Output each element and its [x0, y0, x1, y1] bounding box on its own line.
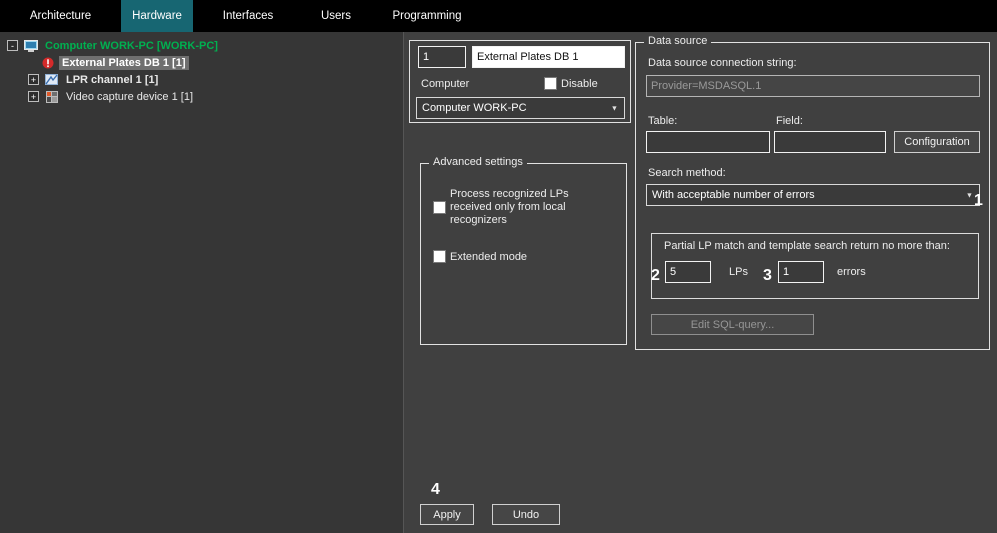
partial-match-title: Partial LP match and template search ret… [664, 240, 950, 252]
computer-label: Computer [421, 78, 469, 90]
table-label: Table: [648, 115, 677, 127]
undo-button[interactable]: Undo [492, 504, 560, 525]
tree-item-label[interactable]: Video capture device 1 [1] [63, 90, 196, 104]
errors-count-field[interactable]: 1 [778, 261, 824, 283]
errors-label: errors [837, 266, 866, 278]
object-id-field[interactable]: 1 [418, 46, 466, 68]
disable-checkbox[interactable] [544, 77, 557, 90]
table-field[interactable] [646, 131, 770, 153]
lps-label: LPs [729, 266, 748, 278]
configuration-button[interactable]: Configuration [894, 131, 980, 153]
field-label: Field: [776, 115, 803, 127]
lpr-channel-icon [44, 73, 59, 86]
expand-toggle-icon[interactable]: + [28, 91, 39, 102]
data-source-group: Data source Data source connection strin… [635, 42, 990, 350]
chevron-down-icon: ▼ [611, 104, 618, 112]
callout-1: 1 [974, 192, 983, 210]
partial-match-group: Partial LP match and template search ret… [651, 233, 979, 299]
callout-2: 2 [651, 267, 660, 285]
callout-4: 4 [431, 481, 440, 499]
tab-hardware[interactable]: Hardware [121, 0, 193, 32]
tab-users[interactable]: Users [303, 0, 369, 32]
tab-interfaces[interactable]: Interfaces [193, 0, 303, 32]
computer-icon [23, 39, 38, 52]
tree-item-label[interactable]: Computer WORK-PC [WORK-PC] [42, 39, 221, 53]
tree-row-computer[interactable]: - Computer WORK-PC [WORK-PC] [7, 37, 221, 54]
apply-button[interactable]: Apply [420, 504, 474, 525]
extended-mode-checkbox[interactable] [433, 250, 446, 263]
disable-label: Disable [561, 78, 598, 90]
search-method-select[interactable]: With acceptable number of errors ▼ [646, 184, 980, 206]
chevron-down-icon: ▼ [966, 191, 973, 199]
device-tree-panel: - Computer WORK-PC [WORK-PC] External Pl… [0, 32, 404, 533]
alert-icon [40, 56, 55, 69]
extended-mode-label: Extended mode [450, 251, 527, 263]
tree-item-label[interactable]: LPR channel 1 [1] [63, 73, 161, 87]
collapse-toggle-icon[interactable]: - [7, 40, 18, 51]
connection-string-label: Data source connection string: [648, 57, 797, 69]
expand-toggle-icon[interactable]: + [28, 74, 39, 85]
lps-count-field[interactable]: 5 [665, 261, 711, 283]
callout-3: 3 [763, 267, 772, 285]
computer-select-value: Computer WORK-PC [422, 102, 527, 114]
identity-panel: 1 External Plates DB 1 Computer Disable … [409, 40, 631, 123]
tree-row-external-plates-db[interactable]: External Plates DB 1 [1] [40, 54, 189, 71]
search-method-value: With acceptable number of errors [652, 189, 815, 201]
search-method-label: Search method: [648, 167, 726, 179]
advanced-settings-title: Advanced settings [429, 156, 527, 168]
field-field[interactable] [774, 131, 886, 153]
process-local-lps-label: Process recognized LPs received only fro… [450, 188, 582, 227]
tree-item-label[interactable]: External Plates DB 1 [1] [59, 56, 189, 70]
tree-row-lpr-channel[interactable]: + LPR channel 1 [1] [28, 71, 161, 88]
tree-row-video-capture[interactable]: + Video capture device 1 [1] [28, 88, 196, 105]
edit-sql-query-button[interactable]: Edit SQL-query... [651, 314, 814, 335]
tab-architecture[interactable]: Architecture [0, 0, 121, 32]
computer-select[interactable]: Computer WORK-PC ▼ [416, 97, 625, 119]
tab-programming[interactable]: Programming [369, 0, 485, 32]
top-menu-bar: Architecture Hardware Interfaces Users P… [0, 0, 997, 32]
video-capture-icon [44, 90, 59, 103]
object-name-field[interactable]: External Plates DB 1 [472, 46, 625, 68]
advanced-settings-group: Advanced settings Process recognized LPs… [420, 163, 627, 345]
process-local-lps-checkbox[interactable] [433, 201, 446, 214]
connection-string-field[interactable]: Provider=MSDASQL.1 [646, 75, 980, 97]
data-source-title: Data source [644, 35, 711, 47]
